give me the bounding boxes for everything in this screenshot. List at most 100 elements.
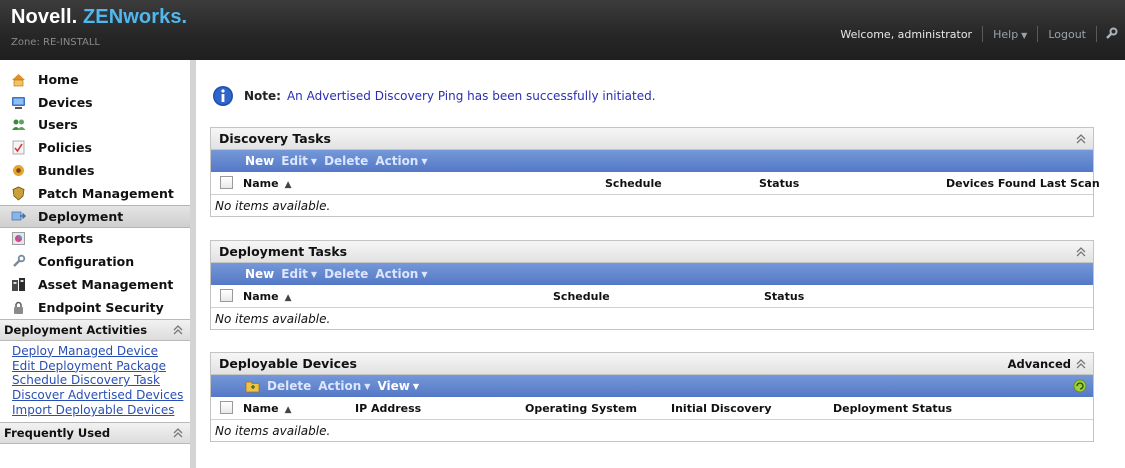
nav-label: Deployment (38, 208, 124, 224)
nav-item-patch-management[interactable]: Patch Management (0, 182, 190, 205)
chevron-down-icon: ▼ (364, 381, 371, 391)
column-ip-address[interactable]: IP Address (355, 402, 421, 415)
nav-item-deployment[interactable]: Deployment (0, 204, 190, 228)
nav-item-home[interactable]: Home (0, 68, 190, 91)
edit-menu[interactable]: Edit ▼ (281, 154, 317, 168)
frequently-used-header[interactable]: Frequently Used (0, 421, 190, 444)
deployment-activities-header[interactable]: Deployment Activities (0, 318, 190, 341)
nav-item-users[interactable]: Users (0, 114, 190, 137)
bundles-icon (13, 165, 24, 177)
collapse-icon[interactable] (172, 426, 184, 440)
column-status[interactable]: Status (764, 290, 804, 303)
nav-item-endpoint-security[interactable]: Endpoint Security (0, 296, 190, 319)
nav-item-bundles[interactable]: Bundles (0, 159, 190, 182)
nav-item-policies[interactable]: Policies (0, 136, 190, 159)
nav-label: Asset Management (38, 277, 174, 293)
column-name[interactable]: Name ▲ (243, 177, 291, 190)
chevron-down-icon: ▼ (412, 381, 420, 391)
delete-button[interactable]: Delete (267, 379, 311, 393)
nav-item-devices[interactable]: Devices (0, 91, 190, 114)
deployment-activities-list: Deploy Managed Device Edit Deployment Pa… (0, 341, 190, 422)
column-label: Name (243, 402, 279, 415)
column-name[interactable]: Name ▲ (243, 402, 291, 415)
action-label: Action (318, 379, 362, 393)
asset-management-icon (12, 278, 25, 292)
edit-label: Edit (281, 154, 308, 168)
column-deployment-status[interactable]: Deployment Status (833, 402, 952, 415)
action-menu[interactable]: Action ▼ (375, 154, 427, 168)
configuration-icon (13, 255, 26, 268)
panel-toolbar: New Edit ▼ Delete Action ▼ (211, 263, 1093, 285)
logout-link[interactable]: Logout (1038, 28, 1096, 41)
column-schedule[interactable]: Schedule (553, 290, 610, 303)
patch-management-icon (12, 186, 25, 201)
edit-menu[interactable]: Edit ▼ (281, 267, 317, 281)
help-menu[interactable]: Help ▼ (983, 28, 1037, 41)
discover-advertised-devices-link[interactable]: Discover Advertised Devices (12, 388, 190, 403)
column-devices-found[interactable]: Devices Found Last Scan (946, 177, 1100, 190)
left-sidebar: Home Devices Users Policies Bundles Patc… (0, 60, 196, 468)
column-operating-system[interactable]: Operating System (525, 402, 637, 415)
nav-item-asset-management[interactable]: Asset Management (0, 273, 190, 296)
delete-button[interactable]: Delete (324, 267, 368, 281)
new-button[interactable]: New (245, 267, 274, 281)
brand-logo: Novell. ZENworks. (11, 6, 187, 29)
panel-title-text: Deployment Tasks (219, 244, 348, 259)
tools-button[interactable] (1097, 22, 1125, 46)
collapse-icon[interactable] (1075, 357, 1087, 371)
nav-label: Configuration (38, 254, 135, 270)
action-menu[interactable]: Action ▼ (375, 267, 427, 281)
action-label: Action (375, 154, 419, 168)
panel-title-text: Deployable Devices (219, 356, 357, 371)
home-icon (12, 73, 25, 87)
refresh-button[interactable] (1073, 379, 1087, 393)
section-title: Frequently Used (4, 425, 111, 440)
brand-novell: Novell. (11, 6, 78, 28)
section-title: Deployment Activities (4, 322, 148, 337)
select-all-checkbox[interactable] (220, 401, 233, 414)
edit-deployment-package-link[interactable]: Edit Deployment Package (12, 359, 190, 374)
deploy-managed-device-link[interactable]: Deploy Managed Device (12, 344, 190, 359)
new-folder-button[interactable] (245, 380, 260, 393)
collapse-icon[interactable] (1075, 245, 1087, 259)
panel-toolbar: New Edit ▼ Delete Action ▼ (211, 150, 1093, 172)
info-icon (213, 86, 233, 106)
nav-item-reports[interactable]: Reports (0, 228, 190, 251)
table-header: Name ▲ Schedule Status (211, 285, 1093, 308)
select-all-checkbox[interactable] (220, 289, 233, 302)
column-schedule[interactable]: Schedule (605, 177, 662, 190)
empty-message: No items available. (215, 423, 331, 438)
panel-title: Deployable Devices Advanced (211, 353, 1093, 375)
note-label: Note: (244, 89, 281, 103)
chevron-down-icon: ▼ (310, 269, 318, 279)
nav-item-configuration[interactable]: Configuration (0, 250, 190, 273)
column-name[interactable]: Name ▲ (243, 290, 291, 303)
nav-label: Devices (38, 94, 93, 110)
import-deployable-devices-link[interactable]: Import Deployable Devices (12, 403, 190, 418)
collapse-icon[interactable] (1075, 132, 1087, 146)
zone-label: Zone: RE-INSTALL (11, 37, 100, 48)
action-menu[interactable]: Action ▼ (318, 379, 370, 393)
nav-label: Users (38, 117, 78, 133)
nav-label: Policies (38, 140, 92, 156)
advanced-link[interactable]: Advanced (1008, 357, 1071, 371)
collapse-icon[interactable] (172, 323, 184, 337)
column-status[interactable]: Status (759, 177, 799, 190)
select-all-checkbox[interactable] (220, 176, 233, 189)
column-label: Name (243, 290, 279, 303)
new-button[interactable]: New (245, 154, 274, 168)
chevron-down-icon: ▼ (1021, 30, 1028, 40)
column-initial-discovery[interactable]: Initial Discovery (671, 402, 772, 415)
top-header: Novell. ZENworks. Zone: RE-INSTALL Welco… (0, 0, 1125, 60)
help-label: Help (993, 27, 1019, 41)
delete-button[interactable]: Delete (324, 154, 368, 168)
table-header: Name ▲ IP Address Operating System Initia… (211, 397, 1093, 420)
header-toolbar: Welcome, administrator Help ▼ Logout (830, 22, 1125, 46)
brand-product: ZENworks. (82, 6, 188, 28)
schedule-discovery-task-link[interactable]: Schedule Discovery Task (12, 373, 190, 388)
deployment-tasks-panel: Deployment Tasks New Edit ▼ Delete Action… (210, 240, 1094, 330)
sort-asc-icon: ▲ (284, 293, 292, 303)
main-navigation: Home Devices Users Policies Bundles Patc… (0, 60, 190, 319)
view-menu[interactable]: View ▼ (377, 379, 419, 393)
devices-icon (12, 96, 25, 109)
